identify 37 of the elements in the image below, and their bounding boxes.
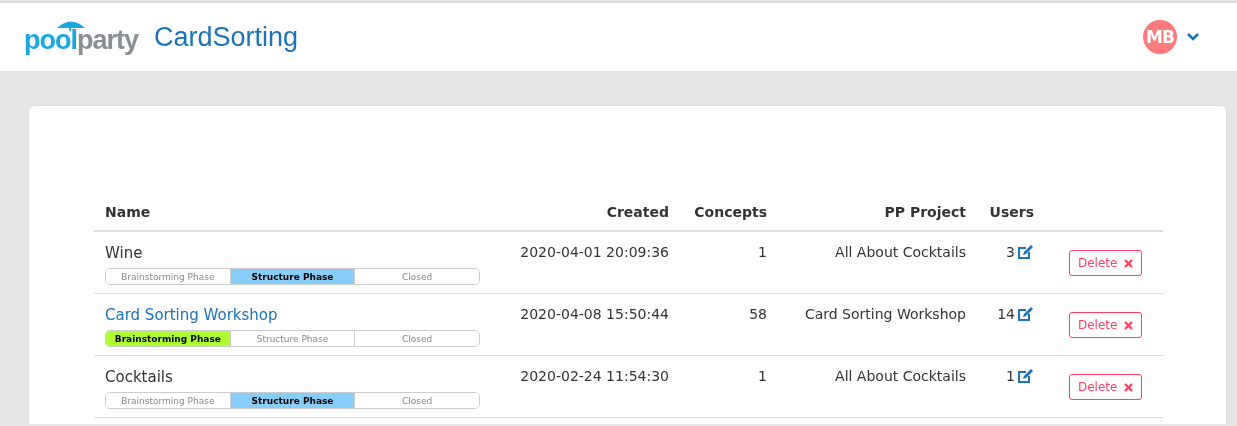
edit-icon[interactable] xyxy=(1017,306,1034,322)
delete-button[interactable]: Delete xyxy=(1069,374,1143,400)
phase-segment[interactable]: Closed xyxy=(354,331,479,346)
phase-segment[interactable]: Closed xyxy=(354,393,479,408)
users-count: 3 xyxy=(1006,244,1015,260)
delete-button[interactable]: Delete xyxy=(1069,250,1143,276)
close-icon xyxy=(1124,320,1134,330)
column-header: Users xyxy=(966,204,1034,232)
column-header: Name xyxy=(94,204,489,232)
phase-segment[interactable]: Brainstorming Phase xyxy=(106,331,230,346)
concepts-count: 1 xyxy=(758,244,767,260)
column-header: Concepts xyxy=(669,204,767,232)
phase-segment[interactable]: Structure Phase xyxy=(229,393,355,408)
edit-icon[interactable] xyxy=(1017,244,1034,260)
phase-segment[interactable]: Closed xyxy=(354,269,479,284)
logo-text: party xyxy=(77,24,138,56)
column-header: PP Project xyxy=(767,204,966,232)
created-date: 2020-02-24 11:54:30 xyxy=(520,368,669,384)
delete-button[interactable]: Delete xyxy=(1069,312,1143,338)
users-count: 14 xyxy=(997,306,1015,322)
project-name[interactable]: Wine xyxy=(105,244,489,262)
users-count: 1 xyxy=(1006,368,1015,384)
user-avatar[interactable]: MB xyxy=(1143,20,1177,54)
close-icon xyxy=(1124,258,1134,268)
close-icon xyxy=(1124,382,1134,392)
project-name[interactable]: Card Sorting Workshop xyxy=(105,306,489,324)
chevron-down-icon[interactable] xyxy=(1187,33,1199,41)
phase-segment[interactable]: Structure Phase xyxy=(229,269,355,284)
created-date: 2020-04-01 20:09:36 xyxy=(520,244,669,260)
concepts-count: 58 xyxy=(749,306,767,322)
logo-text: pool xyxy=(24,24,77,56)
project-name[interactable]: Cocktails xyxy=(105,368,489,386)
created-date: 2020-04-08 15:50:44 xyxy=(520,306,669,322)
app-title: CardSorting xyxy=(154,21,299,53)
edit-icon[interactable] xyxy=(1017,368,1034,384)
concepts-count: 1 xyxy=(758,368,767,384)
column-header: Created xyxy=(489,204,669,232)
